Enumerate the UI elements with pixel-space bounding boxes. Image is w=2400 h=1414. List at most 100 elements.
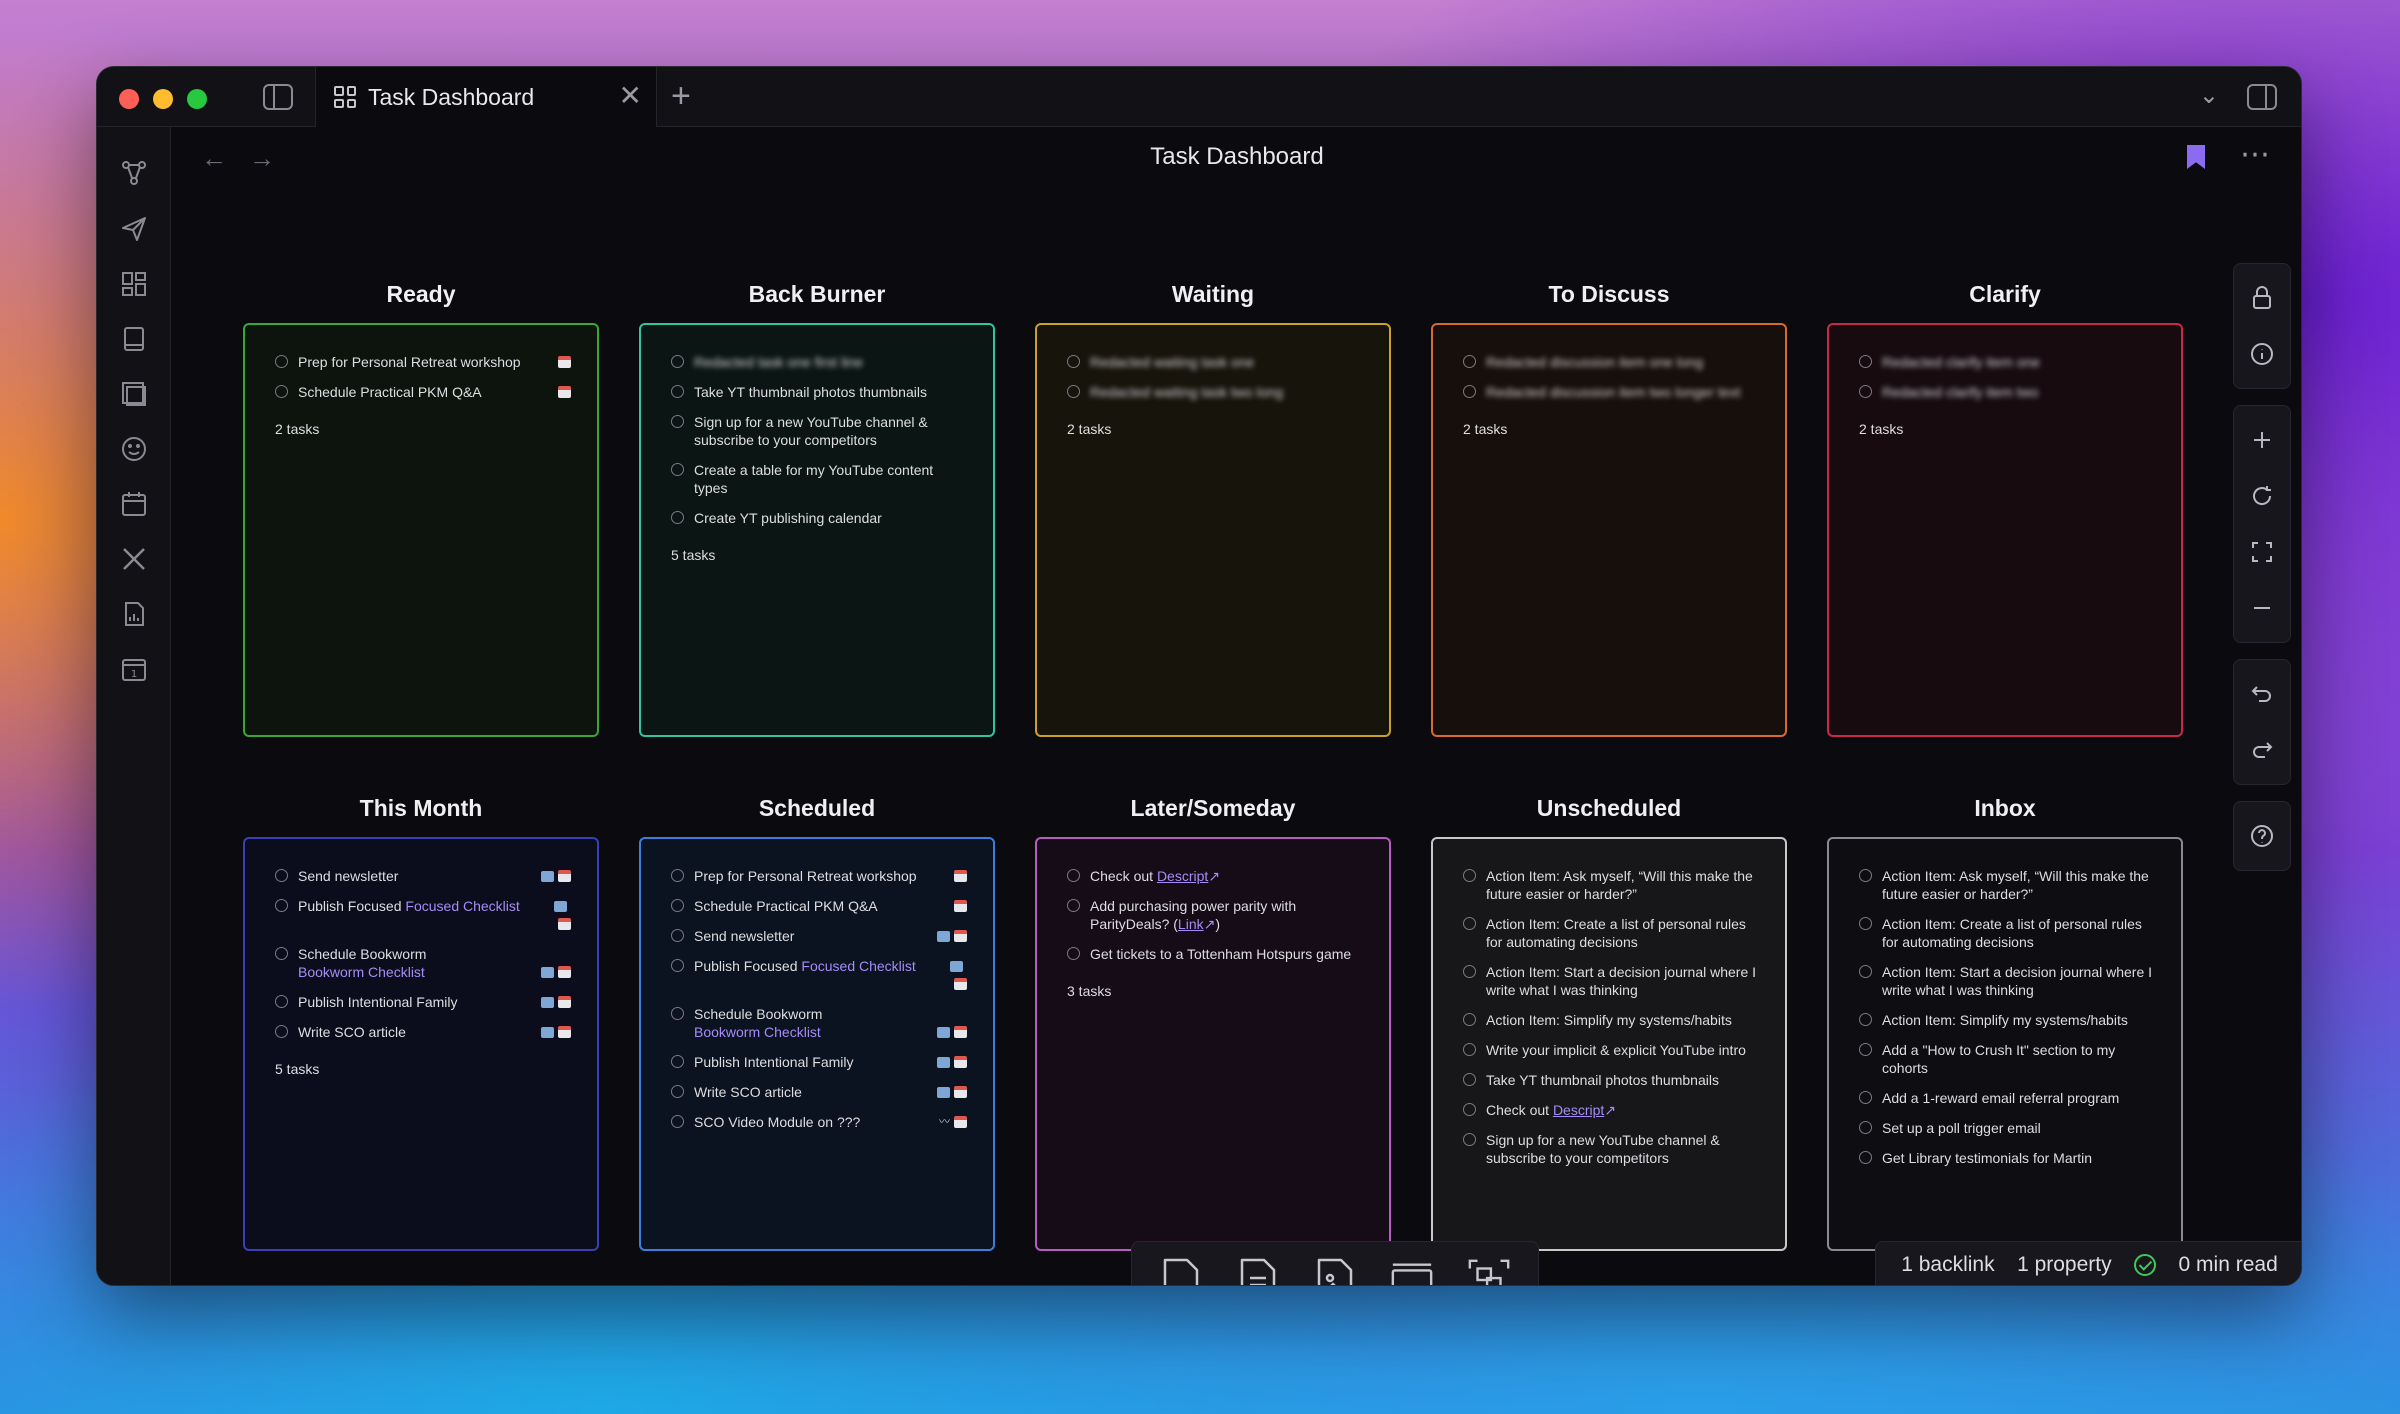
task-checkbox[interactable] <box>1463 917 1476 930</box>
task-checkbox[interactable] <box>1067 899 1080 912</box>
task-checkbox[interactable] <box>1463 1103 1476 1116</box>
info-icon[interactable] <box>2234 326 2290 382</box>
task-item[interactable]: Action Item: Create a list of personal r… <box>1463 915 1759 951</box>
task-item[interactable]: Redacted discussion item one long <box>1463 353 1759 371</box>
task-item[interactable]: Add a "How to Crush It" section to my co… <box>1859 1041 2155 1077</box>
task-item[interactable]: Redacted task one first line <box>671 353 967 371</box>
task-item[interactable]: Prep for Personal Retreat workshop <box>275 353 571 371</box>
card-unscheduled[interactable]: Action Item: Ask myself, “Will this make… <box>1431 837 1787 1251</box>
maximize-window-button[interactable] <box>187 89 207 109</box>
task-item[interactable]: Sign up for a new YouTube channel & subs… <box>671 413 967 449</box>
task-item[interactable]: Check out Descript↗ <box>1463 1101 1759 1119</box>
task-checkbox[interactable] <box>671 1085 684 1098</box>
focused-checklist-link[interactable]: Focused Checklist <box>405 898 519 914</box>
new-document-icon[interactable] <box>1235 1255 1281 1285</box>
lock-icon[interactable] <box>2234 270 2290 326</box>
task-checkbox[interactable] <box>1067 385 1080 398</box>
task-item[interactable]: Redacted clarify item one <box>1859 353 2155 371</box>
card-later-someday[interactable]: Check out Descript↗ Add purchasing power… <box>1035 837 1391 1251</box>
task-checkbox[interactable] <box>1067 355 1080 368</box>
image-icon[interactable] <box>1312 1255 1358 1285</box>
task-item[interactable]: Write your implicit & explicit YouTube i… <box>1463 1041 1759 1059</box>
task-item[interactable]: SCO Video Module on ??? 〰 <box>671 1113 967 1131</box>
graph-icon[interactable] <box>120 159 148 187</box>
properties-count[interactable]: 1 property <box>2017 1253 2112 1277</box>
new-tab-button[interactable]: + <box>671 79 691 113</box>
bookworm-checklist-link[interactable]: Bookworm Checklist <box>298 964 425 980</box>
task-item[interactable]: Schedule Bookworm Bookworm Checklist <box>671 1005 967 1041</box>
task-item[interactable]: Sign up for a new YouTube channel & subs… <box>1463 1131 1759 1167</box>
task-checkbox[interactable] <box>1859 385 1872 398</box>
task-item[interactable]: Get Library testimonials for Martin <box>1859 1149 2155 1167</box>
task-item[interactable]: Redacted waiting task two long <box>1067 383 1363 401</box>
task-checkbox[interactable] <box>671 959 684 972</box>
daily-note-icon[interactable]: 1 <box>120 655 148 683</box>
task-checkbox[interactable] <box>1859 1013 1872 1026</box>
card-to-discuss[interactable]: Redacted discussion item one long Redact… <box>1431 323 1787 737</box>
task-checkbox[interactable] <box>275 385 288 398</box>
task-checkbox[interactable] <box>275 1025 288 1038</box>
descript-link[interactable]: Descript <box>1553 1102 1604 1118</box>
task-checkbox[interactable] <box>671 899 684 912</box>
task-item[interactable]: Write SCO article <box>671 1083 967 1101</box>
task-item[interactable]: Action Item: Start a decision journal wh… <box>1463 963 1759 999</box>
right-sidebar-toggle-icon[interactable] <box>2247 84 2277 110</box>
task-checkbox[interactable] <box>1463 1133 1476 1146</box>
task-checkbox[interactable] <box>1463 1043 1476 1056</box>
task-checkbox[interactable] <box>275 995 288 1008</box>
task-item[interactable]: Redacted discussion item two longer text <box>1463 383 1759 401</box>
task-item[interactable]: Schedule Practical PKM Q&A <box>671 897 967 915</box>
calendar-icon[interactable] <box>120 490 148 518</box>
undo-icon[interactable] <box>2234 666 2290 722</box>
tab-task-dashboard[interactable]: Task Dashboard ✕ <box>315 67 657 127</box>
task-item[interactable]: Schedule Bookworm Bookworm Checklist <box>275 945 571 981</box>
card-waiting[interactable]: Redacted waiting task one Redacted waiti… <box>1035 323 1391 737</box>
task-item[interactable]: Add purchasing power parity with ParityD… <box>1067 897 1363 933</box>
task-item[interactable]: Publish Intentional Family <box>671 1053 967 1071</box>
task-checkbox[interactable] <box>671 929 684 942</box>
task-item[interactable]: Action Item: Start a decision journal wh… <box>1859 963 2155 999</box>
tab-list-chevron-icon[interactable]: ⌄ <box>2199 81 2219 110</box>
task-checkbox[interactable] <box>1859 1091 1872 1104</box>
new-note-icon[interactable] <box>1158 1255 1204 1285</box>
task-item[interactable]: Create YT publishing calendar <box>671 509 967 527</box>
layers-icon[interactable] <box>120 380 148 408</box>
task-checkbox[interactable] <box>1463 1073 1476 1086</box>
task-checkbox[interactable] <box>1463 869 1476 882</box>
task-checkbox[interactable] <box>671 511 684 524</box>
send-icon[interactable] <box>120 215 148 243</box>
task-item[interactable]: Write SCO article <box>275 1023 571 1041</box>
bookworm-checklist-link[interactable]: Bookworm Checklist <box>694 1024 821 1040</box>
task-checkbox[interactable] <box>1463 965 1476 978</box>
task-checkbox[interactable] <box>275 355 288 368</box>
minimize-window-button[interactable] <box>153 89 173 109</box>
task-checkbox[interactable] <box>671 1055 684 1068</box>
task-item[interactable]: Publish Intentional Family <box>275 993 571 1011</box>
task-item[interactable]: Prep for Personal Retreat workshop <box>671 867 967 885</box>
task-checkbox[interactable] <box>275 899 288 912</box>
task-checkbox[interactable] <box>671 415 684 428</box>
task-checkbox[interactable] <box>1463 385 1476 398</box>
backlinks-count[interactable]: 1 backlink <box>1901 1253 1994 1277</box>
dashboard-icon[interactable] <box>120 270 148 298</box>
task-item[interactable]: Action Item: Create a list of personal r… <box>1859 915 2155 951</box>
tools-icon[interactable] <box>120 545 148 573</box>
zoom-out-icon[interactable] <box>2234 580 2290 636</box>
task-item[interactable]: Check out Descript↗ <box>1067 867 1363 885</box>
task-item[interactable]: Action Item: Simplify my systems/habits <box>1859 1011 2155 1029</box>
task-item[interactable]: Publish Focused Focused Checklist <box>671 957 967 993</box>
task-item[interactable]: Send newsletter <box>275 867 571 885</box>
book-icon[interactable] <box>120 325 148 353</box>
task-checkbox[interactable] <box>1463 1013 1476 1026</box>
task-checkbox[interactable] <box>275 947 288 960</box>
report-icon[interactable] <box>120 600 148 628</box>
help-icon[interactable] <box>2234 808 2290 864</box>
task-item[interactable]: Send newsletter <box>671 927 967 945</box>
focused-checklist-link[interactable]: Focused Checklist <box>801 958 915 974</box>
task-checkbox[interactable] <box>671 1007 684 1020</box>
task-item[interactable]: Take YT thumbnail photos thumbnails <box>1463 1071 1759 1089</box>
task-checkbox[interactable] <box>1859 1151 1872 1164</box>
group-icon[interactable] <box>1466 1255 1512 1285</box>
zoom-in-icon[interactable] <box>2234 412 2290 468</box>
task-checkbox[interactable] <box>1859 917 1872 930</box>
